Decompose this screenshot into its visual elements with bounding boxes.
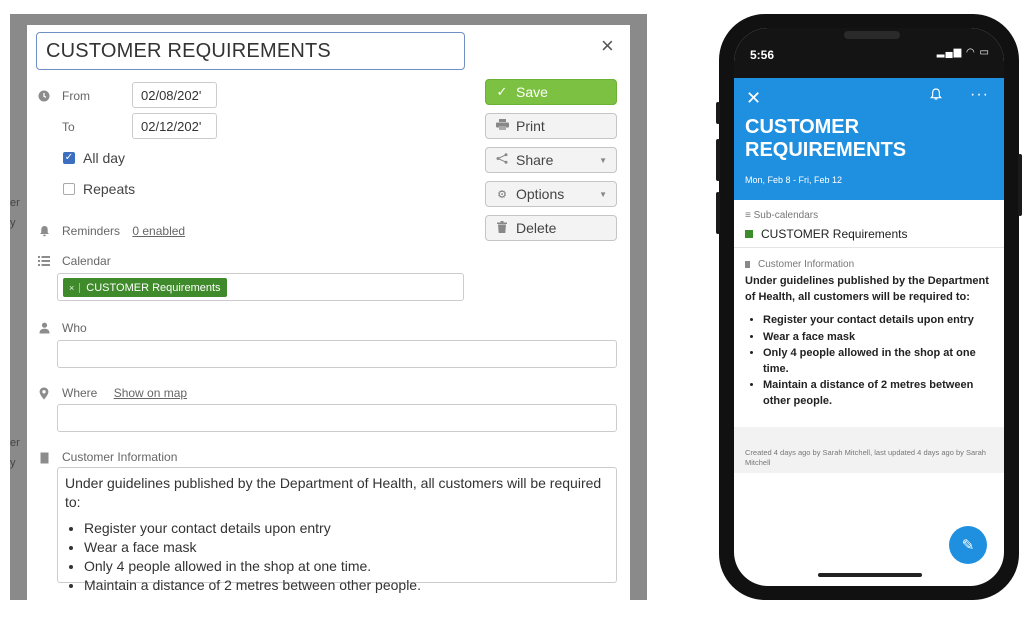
repeats-toggle[interactable]: Repeats <box>63 181 135 197</box>
event-editor-dialog: × From 02/08/202' To 02/12/202' ✓ All da… <box>27 25 630 605</box>
divider <box>734 247 1004 248</box>
info-item: Wear a face mask <box>763 330 995 346</box>
from-date-field[interactable]: 02/08/202' <box>132 82 217 108</box>
customer-info-textarea[interactable]: Under guidelines published by the Depart… <box>57 467 617 593</box>
all-day-toggle[interactable]: ✓ All day <box>63 150 125 166</box>
gear-icon: ⚙ <box>497 188 507 201</box>
phone-frame: 5:56 ▂▄▆ ◠ ▭ ✕ ··· CUSTOMER REQUIREMENTS… <box>716 14 1022 600</box>
calendar-color-swatch <box>745 230 753 238</box>
info-item: Register your contact details upon entry <box>763 313 995 329</box>
more-options-icon[interactable]: ··· <box>970 86 989 104</box>
reminders-label: Reminders 0 enabled <box>62 224 186 238</box>
bell-icon <box>36 223 52 239</box>
options-button[interactable]: ⚙ Options ▼ <box>485 181 617 207</box>
description-item: Only 4 people allowed in the shop at one… <box>84 557 609 576</box>
options-label: Options <box>516 186 565 202</box>
document-icon <box>36 450 52 466</box>
who-label: Who <box>62 321 87 335</box>
info-item: Only 4 people allowed in the shop at one… <box>763 346 995 377</box>
where-field[interactable] <box>57 404 617 432</box>
calendar-field[interactable]: × CUSTOMER Requirements <box>57 273 464 301</box>
save-label: Save <box>516 84 548 100</box>
share-icon <box>494 153 510 167</box>
person-icon <box>36 320 52 336</box>
all-day-checkbox[interactable]: ✓ <box>63 152 75 164</box>
to-label: To <box>62 120 75 134</box>
description-intro: Under guidelines published by the Depart… <box>65 475 602 510</box>
phone-notch <box>844 31 900 39</box>
event-title: CUSTOMER REQUIREMENTS <box>745 116 907 161</box>
description-item: Wear a face mask <box>84 538 609 557</box>
share-label: Share <box>516 152 554 168</box>
customer-info-label: Customer Information <box>62 450 178 464</box>
clock-icon <box>36 88 52 104</box>
phone-screen: 5:56 ▂▄▆ ◠ ▭ ✕ ··· CUSTOMER REQUIREMENTS… <box>734 28 1004 586</box>
close-icon[interactable]: ✕ <box>746 88 761 109</box>
subcalendar-name: CUSTOMER Requirements <box>761 227 908 241</box>
all-day-label: All day <box>83 150 126 166</box>
edit-button[interactable]: ✎ <box>949 526 987 564</box>
chevron-down-icon: ▼ <box>599 189 607 199</box>
close-icon[interactable]: × <box>601 35 614 57</box>
event-dates: Mon, Feb 8 - Fri, Feb 12 <box>745 175 843 185</box>
printer-icon <box>494 119 510 133</box>
screenshot-stage: er y er y × From 02/08/202' To 02/12/202… <box>0 0 1024 628</box>
calendar-label: Calendar <box>62 254 111 268</box>
from-label: From <box>62 89 90 103</box>
home-indicator <box>818 573 922 577</box>
who-field[interactable] <box>57 340 617 368</box>
show-on-map-link[interactable]: Show on map <box>114 386 187 400</box>
reminders-link[interactable]: 0 enabled <box>132 224 185 238</box>
status-bar: 5:56 ▂▄▆ ◠ ▭ <box>734 28 1004 78</box>
delete-label: Delete <box>516 220 557 236</box>
status-time: 5:56 <box>750 48 775 62</box>
print-button[interactable]: Print <box>485 113 617 139</box>
bell-icon[interactable] <box>929 88 943 104</box>
description-item: Register your contact details upon entry <box>84 519 609 538</box>
checkmark-icon: ✓ <box>496 84 508 99</box>
info-intro: Under guidelines published by the Depart… <box>745 275 989 303</box>
info-list: Register your contact details upon entry… <box>763 313 995 409</box>
subcalendars-heading: ≡ Sub-calendars <box>745 210 819 221</box>
customer-info-body: Under guidelines published by the Depart… <box>745 274 995 410</box>
calendar-tag: × CUSTOMER Requirements <box>63 278 227 297</box>
trash-icon <box>494 220 510 236</box>
where-label: Where Show on map <box>62 386 188 400</box>
event-title-input[interactable] <box>36 32 465 70</box>
remove-tag-icon[interactable]: × <box>69 282 81 293</box>
event-header: ✕ ··· CUSTOMER REQUIREMENTS Mon, Feb 8 -… <box>734 78 1004 200</box>
description-list: Register your contact details upon entry… <box>84 519 609 595</box>
print-label: Print <box>516 118 545 134</box>
share-button[interactable]: Share ▼ <box>485 147 617 173</box>
repeats-checkbox[interactable] <box>63 183 75 195</box>
save-button[interactable]: ✓ Save <box>485 79 617 105</box>
created-by-footer: Created 4 days ago by Sarah Mitchell, la… <box>745 448 986 467</box>
pencil-icon: ✎ <box>961 537 975 554</box>
location-pin-icon <box>36 385 52 401</box>
to-date-field[interactable]: 02/12/202' <box>132 113 217 139</box>
subcalendar-item: CUSTOMER Requirements <box>745 227 907 241</box>
delete-button[interactable]: Delete <box>485 215 617 241</box>
description-item: Maintain a distance of 2 metres between … <box>84 576 609 595</box>
chevron-down-icon: ▼ <box>599 155 607 165</box>
calendar-tag-label: CUSTOMER Requirements <box>86 281 221 294</box>
calendar-list-icon <box>36 253 52 269</box>
document-icon <box>745 260 750 268</box>
info-item: Maintain a distance of 2 metres between … <box>763 378 995 409</box>
customer-info-heading: Customer Information <box>745 259 854 270</box>
list-icon: ≡ <box>745 210 754 221</box>
repeats-label: Repeats <box>83 181 136 197</box>
signal-wifi-battery-icon: ▂▄▆ ◠ ▭ <box>936 47 990 58</box>
